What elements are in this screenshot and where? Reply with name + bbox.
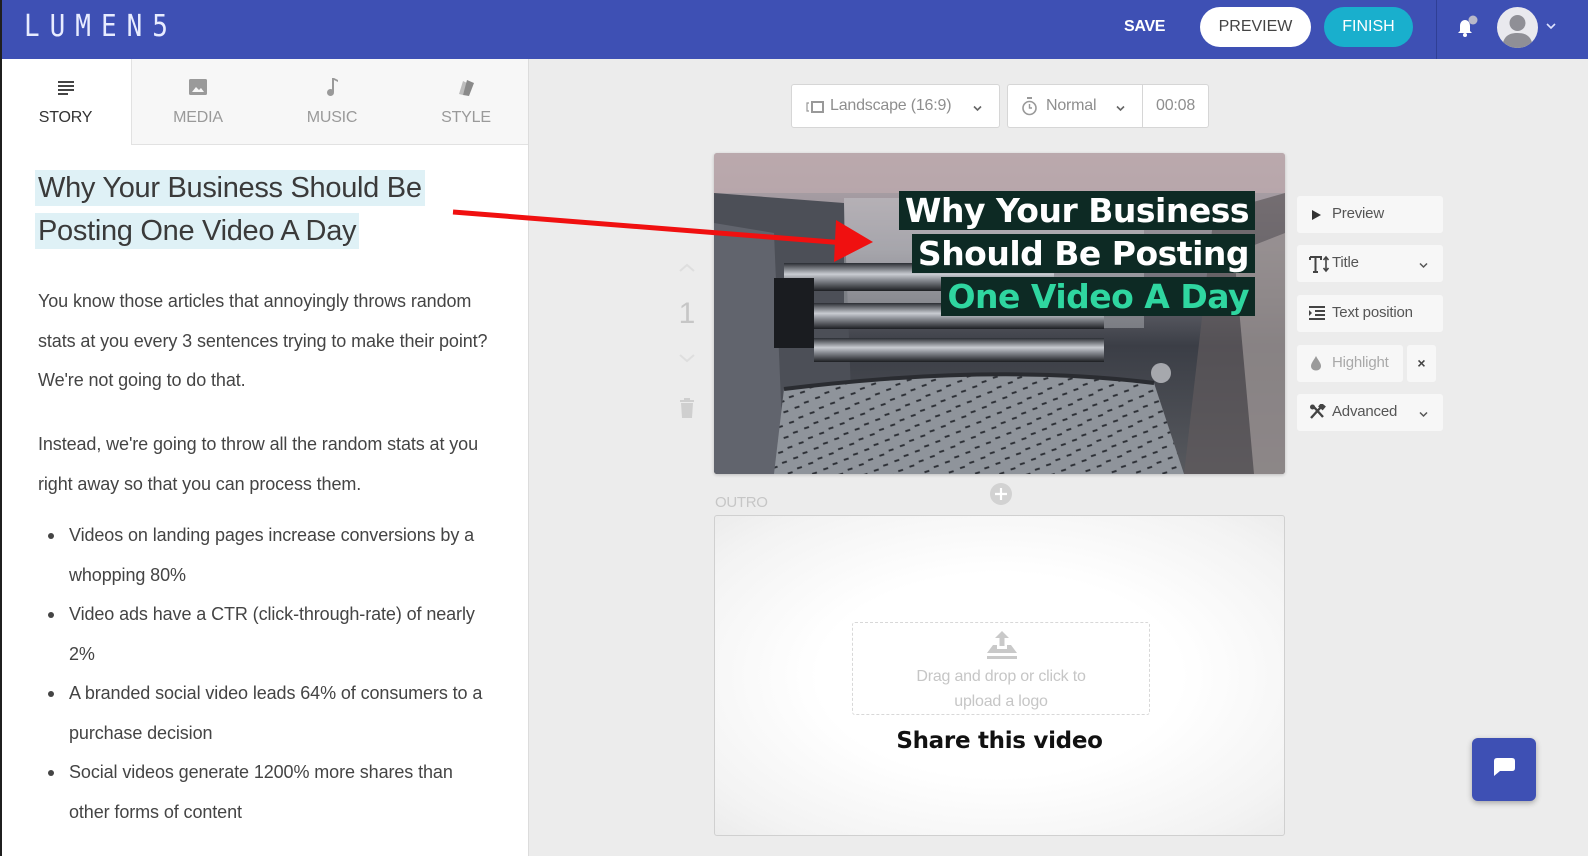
- trash-icon[interactable]: [678, 397, 696, 419]
- tab-style[interactable]: STYLE: [399, 59, 533, 145]
- text-lines-icon: [55, 76, 77, 98]
- title-highlight: Why Your Business Should Be Posting One V…: [35, 170, 425, 249]
- speed-select[interactable]: Normal: [1007, 84, 1142, 128]
- text-size-icon: [1309, 254, 1330, 273]
- move-slide-down-icon[interactable]: [676, 347, 698, 369]
- button-label: Preview: [1332, 205, 1384, 222]
- preview-button[interactable]: PREVIEW: [1200, 7, 1311, 47]
- logo-upload-dropzone[interactable]: Drag and drop or click to upload a logo: [852, 622, 1150, 715]
- advanced-select[interactable]: Advanced: [1297, 394, 1443, 431]
- button-label: Advanced: [1332, 403, 1398, 420]
- tab-label: STORY: [38, 109, 93, 126]
- title-style-select[interactable]: Title: [1297, 245, 1443, 282]
- chevron-down-icon: [972, 101, 983, 119]
- image-icon: [187, 76, 209, 98]
- top-bar: LUMEN5 SAVE PREVIEW FINISH: [0, 0, 1588, 59]
- finish-button[interactable]: FINISH: [1324, 7, 1413, 47]
- button-label: Title: [1332, 254, 1359, 271]
- add-slide-button[interactable]: [990, 483, 1012, 505]
- header-divider: [1436, 0, 1437, 59]
- droplet-icon: [1309, 355, 1327, 373]
- tab-label: MUSIC: [306, 109, 358, 126]
- list-item[interactable]: A branded social video leads 64% of cons…: [38, 674, 498, 753]
- text-position-button[interactable]: Text position: [1297, 295, 1443, 332]
- lumen5-logo[interactable]: LUMEN5: [24, 10, 178, 45]
- story-paragraph[interactable]: You know those articles that annoyingly …: [38, 282, 498, 401]
- slide-preview[interactable]: Why Your Business Should Be Posting One …: [714, 153, 1285, 474]
- stopwatch-icon: [1021, 97, 1038, 122]
- move-slide-up-icon[interactable]: [676, 257, 698, 279]
- swatches-icon: [455, 76, 477, 98]
- chat-bubble-icon: [1494, 758, 1515, 776]
- slide-preview-button[interactable]: Preview: [1297, 196, 1443, 233]
- story-editor[interactable]: Why Your Business Should Be Posting One V…: [0, 145, 528, 856]
- chevron-down-icon: [1115, 101, 1126, 119]
- outro-label: OUTRO: [715, 494, 768, 511]
- remove-highlight-button[interactable]: ×: [1407, 345, 1436, 382]
- user-avatar[interactable]: [1497, 7, 1538, 48]
- notifications-bell-icon[interactable]: [1454, 14, 1480, 40]
- tab-label: MEDIA: [173, 109, 223, 126]
- slide-title-overlay[interactable]: Why Your Business Should Be Posting One …: [899, 189, 1255, 318]
- tab-label: STYLE: [441, 109, 491, 126]
- indent-icon: [1309, 306, 1327, 324]
- panel-tabs: STORY MEDIA MUSIC STYLE: [0, 59, 528, 145]
- list-item[interactable]: Video ads have a CTR (click-through-rate…: [38, 595, 498, 674]
- story-paragraph[interactable]: Instead, we're going to throw all the ra…: [38, 425, 498, 504]
- list-item[interactable]: Videos on landing pages increase convers…: [38, 516, 498, 595]
- user-silhouette-icon: [1502, 15, 1533, 48]
- dropzone-text-line: upload a logo: [954, 693, 1048, 710]
- slide-title-highlight-line: One Video A Day: [941, 277, 1255, 316]
- duration-display: 00:08: [1142, 84, 1209, 128]
- highlight-button[interactable]: Highlight: [1297, 345, 1403, 382]
- story-title[interactable]: Why Your Business Should Be Posting One V…: [35, 167, 495, 253]
- aspect-ratio-value: Landscape (16:9): [830, 97, 952, 114]
- chat-widget-button[interactable]: [1472, 738, 1536, 801]
- aspect-ratio-select[interactable]: Landscape (16:9): [791, 84, 1000, 128]
- left-panel: STORY MEDIA MUSIC STYLE Why Your Busines…: [0, 59, 529, 856]
- list-item[interactable]: Social videos generate 1200% more shares…: [38, 753, 498, 832]
- chevron-down-icon: [1418, 258, 1429, 269]
- story-bullet-list: Videos on landing pages increase convers…: [38, 516, 498, 832]
- title-line-1: Why Your Business Should Be: [38, 172, 422, 204]
- dropzone-text-line: Drag and drop or click to: [916, 668, 1086, 685]
- tab-story[interactable]: STORY: [0, 59, 131, 145]
- window-edge: [0, 0, 2, 856]
- upload-icon: [984, 629, 1020, 661]
- button-label: Text position: [1332, 304, 1413, 321]
- slide-title-line: Why Your Business: [899, 191, 1255, 230]
- plus-icon: [995, 488, 1007, 500]
- landscape-icon: [806, 100, 826, 119]
- tab-media[interactable]: MEDIA: [131, 59, 265, 145]
- button-label: Highlight: [1332, 354, 1389, 371]
- title-line-2: Posting One Video A Day: [38, 215, 357, 247]
- share-video-title[interactable]: Share this video: [715, 728, 1284, 754]
- outro-slide[interactable]: Drag and drop or click to upload a logo …: [714, 515, 1285, 836]
- save-button[interactable]: SAVE: [1124, 14, 1165, 40]
- tools-icon: [1309, 402, 1327, 422]
- chevron-down-icon[interactable]: [1545, 19, 1557, 31]
- slide-number: 1: [678, 297, 696, 330]
- play-icon: [1309, 208, 1327, 226]
- chevron-down-icon: [1418, 407, 1429, 418]
- duration-value: 00:08: [1156, 97, 1196, 114]
- speed-value: Normal: [1046, 97, 1097, 114]
- tab-music[interactable]: MUSIC: [265, 59, 399, 145]
- music-note-icon: [321, 76, 343, 98]
- slide-title-line: Should Be Posting: [911, 234, 1255, 273]
- dropzone-text: Drag and drop or click to upload a logo: [853, 664, 1149, 714]
